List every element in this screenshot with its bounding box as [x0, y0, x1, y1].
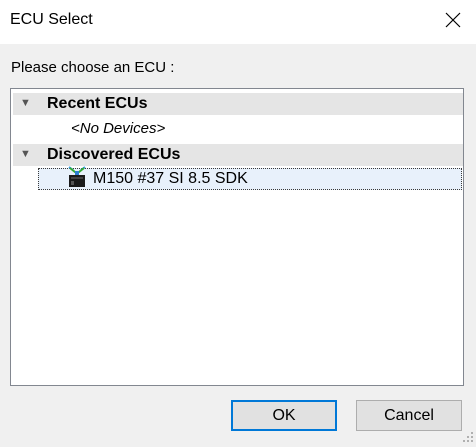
group-label: Discovered ECUs — [47, 146, 181, 163]
choose-ecu-label: Please choose an ECU : — [11, 59, 175, 76]
device-label: M150 #37 SI 8.5 SDK — [93, 170, 248, 187]
title-bar: ECU Select — [0, 0, 476, 44]
group-label: Recent ECUs — [47, 95, 148, 112]
device-item-m150[interactable]: M150 #37 SI 8.5 SDK — [38, 166, 462, 190]
ecu-tree[interactable]: ▼ Recent ECUs <No Devices> ▼ Discovered … — [10, 88, 464, 386]
group-header-discovered-ecus[interactable]: ▼ Discovered ECUs — [13, 144, 463, 166]
cancel-button[interactable]: Cancel — [356, 400, 462, 431]
expand-arrow-icon[interactable]: ▼ — [20, 97, 31, 109]
no-devices-placeholder: <No Devices> — [71, 120, 166, 137]
ecu-device-icon — [65, 164, 89, 194]
ok-button[interactable]: OK — [231, 400, 337, 431]
close-icon — [445, 12, 461, 32]
group-header-recent-ecus[interactable]: ▼ Recent ECUs — [13, 93, 463, 115]
close-button[interactable] — [430, 0, 476, 44]
expand-arrow-icon[interactable]: ▼ — [20, 148, 31, 160]
resize-grip-icon[interactable] — [462, 430, 474, 442]
window-title: ECU Select — [10, 11, 93, 28]
